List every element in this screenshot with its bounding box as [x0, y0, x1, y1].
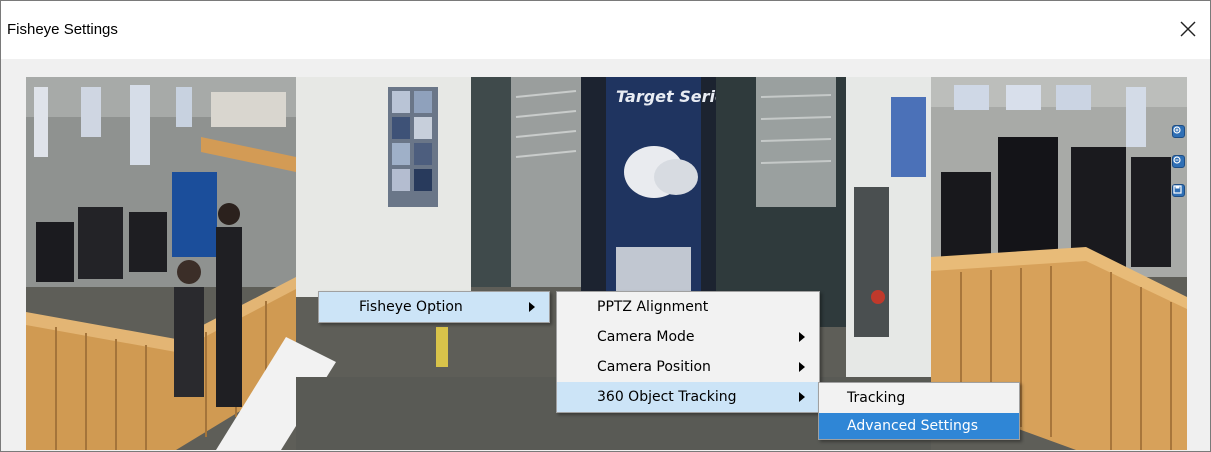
- window-title: Fisheye Settings: [7, 21, 118, 38]
- menu-item-fisheye-option[interactable]: Fisheye Option: [319, 292, 549, 322]
- save-icon[interactable]: [1172, 184, 1185, 197]
- menu-item-camera-mode[interactable]: Camera Mode: [557, 322, 819, 352]
- zoom-out-icon[interactable]: [1172, 155, 1185, 168]
- menu-item-advanced-settings[interactable]: Advanced Settings: [819, 413, 1019, 439]
- menu-item-label: Camera Position: [597, 359, 711, 375]
- submenu-arrow-icon: [799, 352, 807, 382]
- menu-item-camera-position[interactable]: Camera Position: [557, 352, 819, 382]
- close-x-icon: [1180, 21, 1196, 37]
- menu-item-360-object-tracking[interactable]: 360 Object Tracking: [557, 382, 819, 412]
- menu-item-label: Fisheye Option: [359, 299, 463, 315]
- menu-item-label: Advanced Settings: [847, 418, 979, 434]
- title-bar: Fisheye Settings: [1, 1, 1210, 59]
- submenu-arrow-icon: [529, 292, 537, 322]
- submenu-arrow-icon: [799, 382, 807, 412]
- menu-item-pptz-alignment[interactable]: PPTZ Alignment: [557, 292, 819, 322]
- close-button[interactable]: [1176, 17, 1200, 41]
- menu-item-tracking[interactable]: Tracking: [819, 383, 1019, 413]
- menu-item-label: 360 Object Tracking: [597, 389, 737, 405]
- menu-item-label: PPTZ Alignment: [597, 299, 709, 315]
- object-tracking-submenu: Tracking Advanced Settings: [818, 382, 1020, 440]
- menu-item-label: Tracking: [847, 390, 906, 406]
- context-menu: Fisheye Option: [318, 291, 550, 323]
- zoom-in-icon[interactable]: [1172, 125, 1185, 138]
- submenu-arrow-icon: [799, 322, 807, 352]
- fisheye-option-submenu: PPTZ Alignment Camera Mode Camera Positi…: [556, 291, 820, 413]
- menu-item-label: Camera Mode: [597, 329, 695, 345]
